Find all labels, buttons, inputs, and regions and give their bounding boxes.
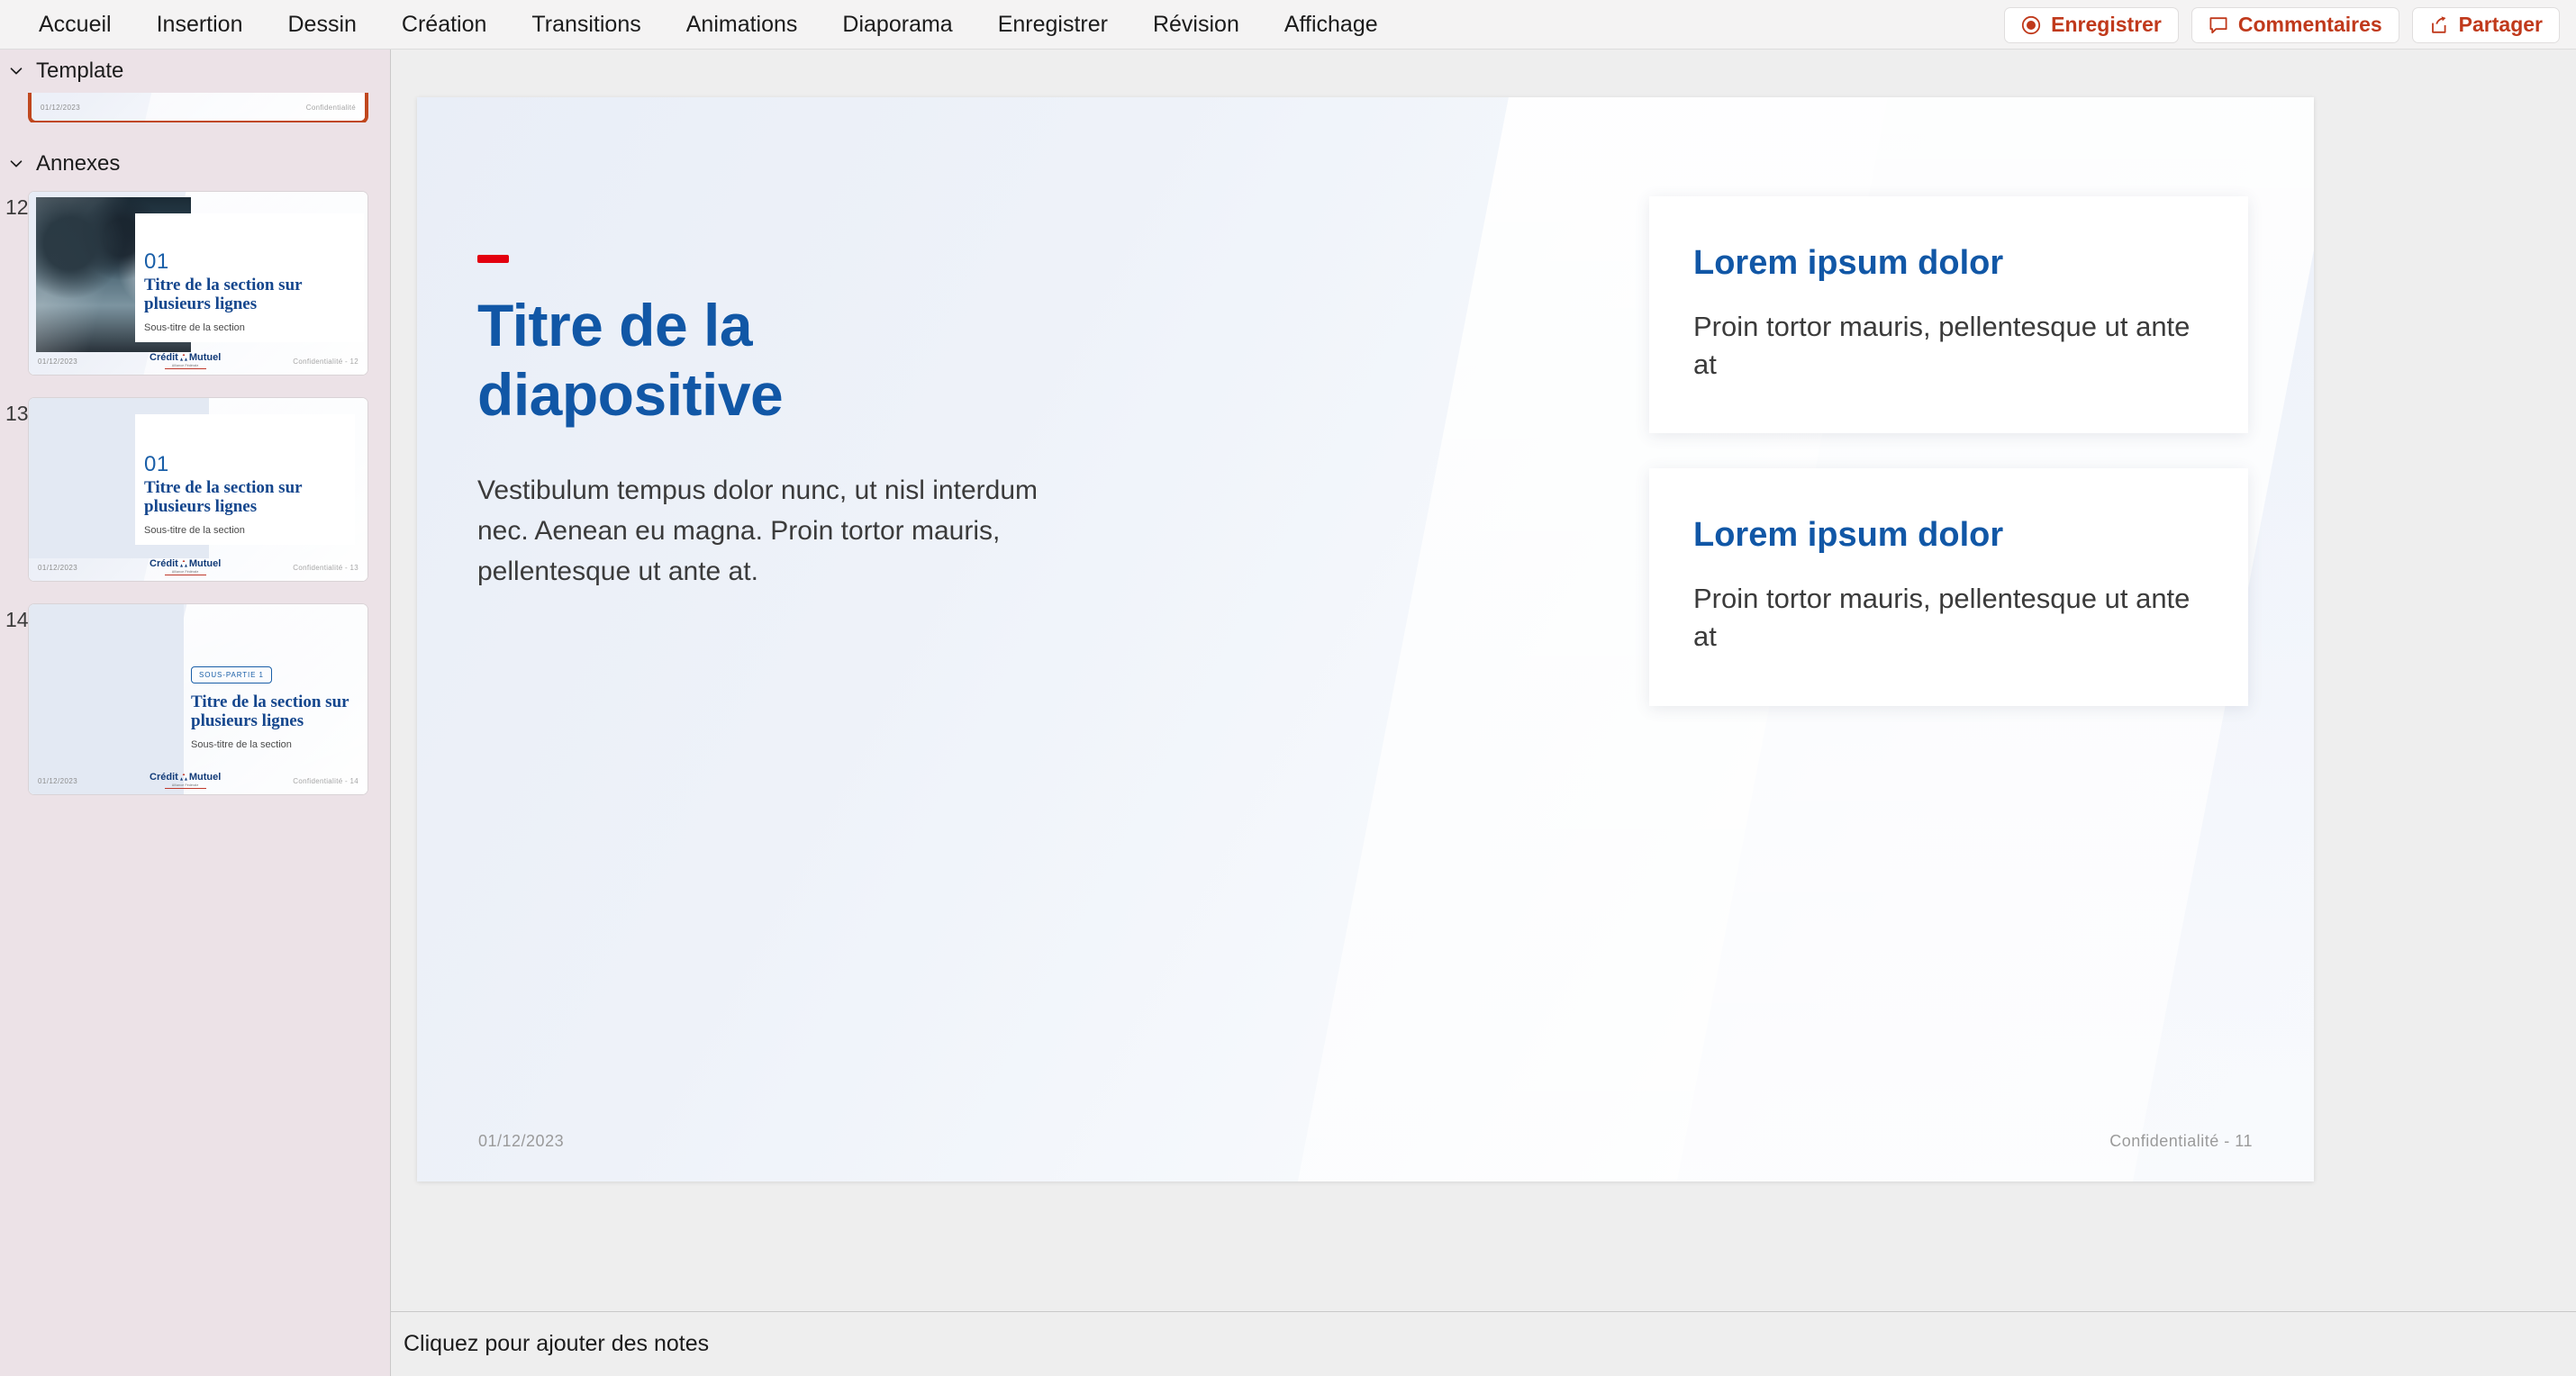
thumbnail-title: Titre de la section sur plusieurs lignes (191, 693, 349, 731)
menu-item-insertion[interactable]: Insertion (134, 0, 266, 50)
logo-text-mutuel: Mutuel (188, 351, 222, 363)
thumbnail-number: 14 (5, 608, 29, 631)
record-button[interactable]: Enregistrer (2004, 6, 2179, 43)
logo-subtitle: Alliance Fédérale (171, 570, 199, 575)
slide-text-column[interactable]: Titre de la diapositive Vestibulum tempu… (477, 255, 1054, 592)
comment-bubble-icon (2209, 15, 2228, 35)
thumbnail-number: 12 (5, 195, 29, 219)
credit-mutuel-mark-icon (179, 773, 188, 782)
slide-card-column: Lorem ipsum dolor Proin tortor mauris, p… (1649, 196, 2248, 706)
thumbnail-title: Titre de la section sur plusieurs lignes (144, 276, 303, 314)
menu-list: Accueil Insertion Dessin Création Transi… (0, 0, 1401, 50)
thumbnail-conf-label: Confidentialité - (293, 563, 348, 572)
notes-placeholder: Cliquez pour ajouter des notes (404, 1331, 710, 1356)
credit-mutuel-logo: Crédit Mutuel Alliance Fédérale (150, 771, 222, 790)
thumbnail-date: 01/12/2023 (38, 357, 78, 366)
slide-footer-date: 01/12/2023 (478, 1132, 565, 1150)
thumbnail-subtitle: Sous-titre de la section (144, 321, 245, 333)
thumbnail-page-number: 13 (349, 563, 358, 572)
slide-thumbnail-12[interactable]: 01 Titre de la section sur plusieurs lig… (28, 191, 368, 376)
slide-body-text[interactable]: Vestibulum tempus dolor nunc, ut nisl in… (477, 470, 1054, 592)
ribbon-actions: Enregistrer Commentaires Partager (2004, 0, 2560, 50)
logo-text-mutuel: Mutuel (188, 557, 222, 569)
sidebar-section-template-label: Template (36, 59, 124, 83)
logo-subtitle: Alliance Fédérale (171, 783, 199, 788)
thumbnail-confidentiality: Confidentialité - 14 (293, 777, 358, 785)
thumbnail-confidentiality: Confidentialité - 12 (293, 358, 358, 366)
slide-thumbnail-13[interactable]: 01 Titre de la section sur plusieurs lig… (28, 397, 368, 582)
sidebar-section-annexes-label: Annexes (36, 151, 121, 176)
content-card-1-title: Lorem ipsum dolor (1693, 244, 2004, 282)
menu-item-creation[interactable]: Création (379, 0, 510, 50)
record-button-label: Enregistrer (2051, 13, 2162, 36)
chevron-down-icon (7, 155, 25, 173)
thumbnail-confidentiality: Confidentialité - 13 (293, 564, 358, 572)
menu-item-animations[interactable]: Animations (664, 0, 821, 50)
current-slide[interactable]: Titre de la diapositive Vestibulum tempu… (417, 97, 2314, 1181)
thumbnail-page-number: 12 (349, 357, 358, 366)
logo-text-credit: Crédit (150, 771, 178, 783)
partial-slide-thumbnail[interactable]: 01/12/2023 Confidentialité (28, 93, 368, 122)
menu-item-accueil[interactable]: Accueil (16, 0, 134, 50)
red-dash-accent (477, 255, 509, 263)
thumbnail-number: 13 (5, 402, 29, 425)
list-item[interactable]: 14 SOUS-PARTIE 1 Titre de la section sur… (0, 603, 391, 795)
credit-mutuel-mark-icon (179, 559, 188, 568)
credit-mutuel-mark-icon (179, 353, 188, 362)
slide-thumbnail-panel[interactable]: Template 01/12/2023 Confidentialité Anne… (0, 50, 391, 1376)
logo-text-mutuel: Mutuel (188, 771, 222, 783)
credit-mutuel-logo: Crédit Mutuel Alliance Fédérale (150, 557, 222, 576)
credit-mutuel-logo: Crédit Mutuel Alliance Fédérale (150, 351, 222, 370)
slide-footer-confidentiality: Confidentialité - 11 (2109, 1132, 2253, 1150)
content-card-2-title: Lorem ipsum dolor (1693, 516, 2004, 555)
logo-text-credit: Crédit (150, 557, 178, 569)
sidebar-section-template[interactable]: Template (0, 50, 391, 93)
thumbnail-subtitle: Sous-titre de la section (144, 524, 245, 536)
menu-item-dessin[interactable]: Dessin (265, 0, 378, 50)
share-button-label: Partager (2458, 13, 2543, 36)
logo-text-credit: Crédit (150, 351, 178, 363)
slide-stage[interactable]: Titre de la diapositive Vestibulum tempu… (417, 97, 2314, 1181)
menu-item-diaporama[interactable]: Diaporama (820, 0, 975, 50)
thumbnail-section-number: 01 (144, 249, 169, 274)
partial-slide-card[interactable]: 01/12/2023 Confidentialité (28, 93, 368, 122)
thumbnail-page-number: 14 (349, 776, 358, 785)
thumbnail-date: 01/12/2023 (38, 563, 78, 572)
page-title[interactable]: Titre de la diapositive (477, 291, 1054, 429)
content-card-1[interactable]: Lorem ipsum dolor Proin tortor mauris, p… (1649, 196, 2248, 434)
record-circle-icon (2021, 15, 2041, 35)
content-card-2-text: Proin tortor mauris, pellentesque ut ant… (1693, 583, 2191, 653)
share-arrow-icon (2429, 15, 2449, 35)
thumbnail-title: Titre de la section sur plusieurs lignes (144, 478, 303, 517)
chevron-down-icon (7, 62, 25, 80)
slide-footer: 01/12/2023 Confidentialité - 11 (417, 1132, 2314, 1151)
menu-item-enregistrer[interactable]: Enregistrer (975, 0, 1130, 50)
ribbon-bar: Accueil Insertion Dessin Création Transi… (0, 0, 2576, 50)
thumbnail-conf-label: Confidentialité - (293, 357, 348, 366)
thumbnail-conf-label: Confidentialité - (293, 776, 348, 785)
menu-item-transitions[interactable]: Transitions (509, 0, 663, 50)
comments-button[interactable]: Commentaires (2191, 6, 2399, 43)
partial-slide-date: 01/12/2023 (41, 103, 81, 112)
thumbnail-subtitle: Sous-titre de la section (191, 738, 292, 750)
logo-rule (164, 368, 206, 370)
list-item[interactable]: 12 01 Titre de la section sur plusieurs … (0, 191, 391, 376)
menu-item-affichage[interactable]: Affichage (1262, 0, 1401, 50)
notes-pane[interactable]: Cliquez pour ajouter des notes (391, 1311, 2576, 1376)
menu-item-revision[interactable]: Révision (1130, 0, 1262, 50)
sidebar-section-annexes[interactable]: Annexes (0, 142, 391, 186)
comments-button-label: Commentaires (2237, 13, 2382, 36)
content-card-1-text: Proin tortor mauris, pellentesque ut ant… (1693, 310, 2191, 380)
logo-subtitle: Alliance Fédérale (171, 364, 199, 368)
thumbnail-date: 01/12/2023 (38, 776, 78, 785)
slide-editor-area: Titre de la diapositive Vestibulum tempu… (391, 50, 2576, 1376)
slide-thumbnail-14[interactable]: SOUS-PARTIE 1 Titre de la section sur pl… (28, 603, 368, 795)
logo-rule (164, 788, 206, 790)
thumbnail-section-number: 01 (144, 452, 169, 476)
partial-slide-confidentiality: Confidentialité (305, 103, 356, 112)
thumbnail-badge: SOUS-PARTIE 1 (191, 666, 272, 683)
content-card-2[interactable]: Lorem ipsum dolor Proin tortor mauris, p… (1649, 468, 2248, 706)
list-item[interactable]: 13 01 Titre de la section sur plusieurs … (0, 397, 391, 582)
share-button[interactable]: Partager (2411, 6, 2560, 43)
